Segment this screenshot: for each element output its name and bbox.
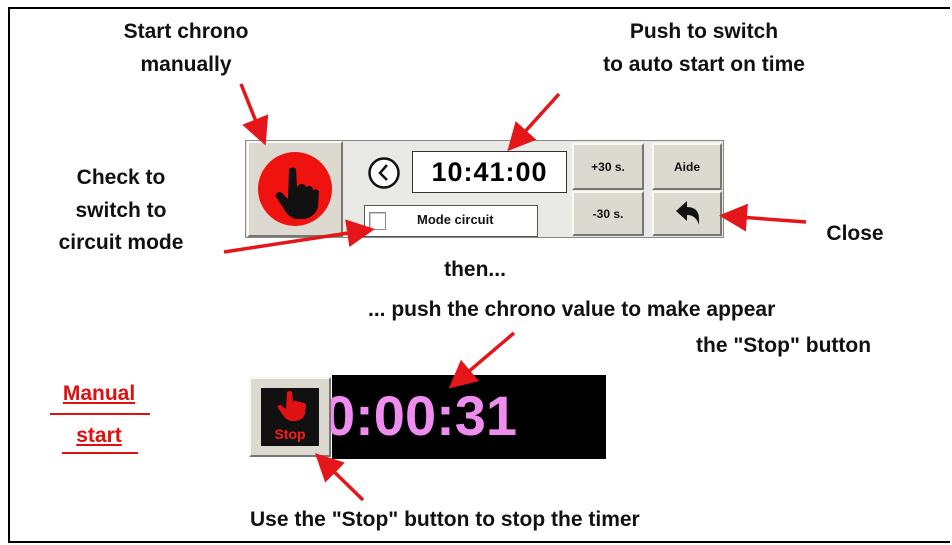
annotation-line: manually (140, 52, 232, 76)
annotation-use-stop: Use the "Stop" button to stop the timer (250, 508, 640, 531)
annotation-push-chrono: ... push the chrono value to make appear (368, 298, 776, 321)
undo-arrow-icon (676, 201, 699, 225)
annotation-line: to auto start on time (603, 52, 805, 76)
stop-button[interactable]: Stop (249, 377, 331, 457)
mode-circuit-label: Mode circuit (417, 212, 494, 227)
start-chrono-button[interactable] (247, 141, 343, 237)
clock-icon (368, 157, 400, 189)
manual-start-underline-2 (62, 452, 138, 454)
plus-30-button[interactable]: +30 s. (572, 143, 644, 190)
annotation-line: Manual (62, 382, 136, 405)
annotation-start-chrono: Start chrono manually (82, 16, 290, 81)
annotation-line: Check to (76, 166, 166, 189)
annotation-line: circuit mode (58, 231, 184, 255)
auto-start-time-button[interactable]: 10:41:00 (412, 151, 567, 193)
annotation-line: start (76, 424, 122, 447)
stop-hand-icon (277, 391, 306, 421)
mode-circuit-field: Mode circuit (364, 205, 538, 237)
annotation-close: Close (826, 222, 884, 245)
stop-label: Stop (274, 426, 306, 442)
annotation-check-circuit: Check to switch to circuit mode (26, 162, 216, 260)
minus-30-button[interactable]: -30 s. (572, 191, 644, 236)
aide-button[interactable]: Aide (652, 143, 722, 190)
manual-start-label: Manual (47, 382, 151, 406)
manual-start-underline (50, 413, 150, 415)
annotation-then: then... (444, 258, 506, 281)
manual-start-label-2: start (47, 424, 151, 448)
mode-circuit-checkbox[interactable] (369, 212, 386, 230)
close-button[interactable] (652, 191, 722, 236)
chrono-value[interactable]: 0:00:31 (324, 374, 517, 458)
annotation-line: Start chrono (123, 20, 249, 43)
annotation-line: Push to switch (629, 20, 779, 43)
hand-icon (258, 152, 332, 226)
annotation-push-switch: Push to switch to auto start on time (548, 16, 860, 81)
annotation-stop-button: the "Stop" button (696, 334, 872, 357)
annotation-line: switch to (75, 198, 167, 222)
